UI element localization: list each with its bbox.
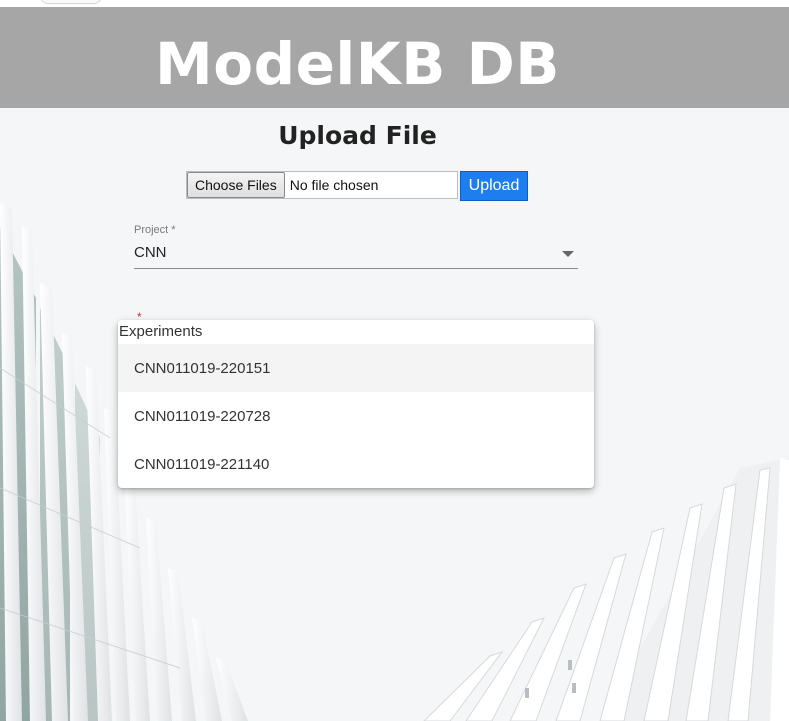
file-status-text: No file chosen: [289, 177, 379, 193]
experiment-option[interactable]: CNN011019-220151: [118, 344, 594, 392]
browser-tab-edge: [40, 0, 102, 4]
header-banner: ModelKB DB: [0, 7, 789, 108]
browser-top-strip: [0, 0, 789, 7]
project-selected-value: CNN: [134, 244, 167, 261]
experiment-option[interactable]: CNN011019-220728: [118, 392, 594, 440]
file-upload-row: Choose Files No file chosen Upload: [186, 171, 528, 201]
dropdown-arrow-icon[interactable]: [562, 251, 574, 257]
choose-files-button[interactable]: Choose Files: [187, 172, 285, 198]
upload-file-heading: Upload File: [278, 121, 437, 150]
experiments-menu-header: Experiments: [119, 323, 203, 340]
app-title: ModelKB DB: [155, 30, 560, 98]
project-label: Project *: [134, 224, 176, 236]
experiment-option[interactable]: CNN011019-221140: [118, 440, 594, 488]
project-select[interactable]: Project * CNN: [134, 224, 578, 270]
project-select-underline: [134, 268, 578, 269]
experiments-dropdown-menu: Experiments CNN011019-220151 CNN011019-2…: [118, 320, 594, 488]
upload-button[interactable]: Upload: [460, 171, 528, 201]
file-input[interactable]: Choose Files No file chosen: [186, 171, 458, 199]
